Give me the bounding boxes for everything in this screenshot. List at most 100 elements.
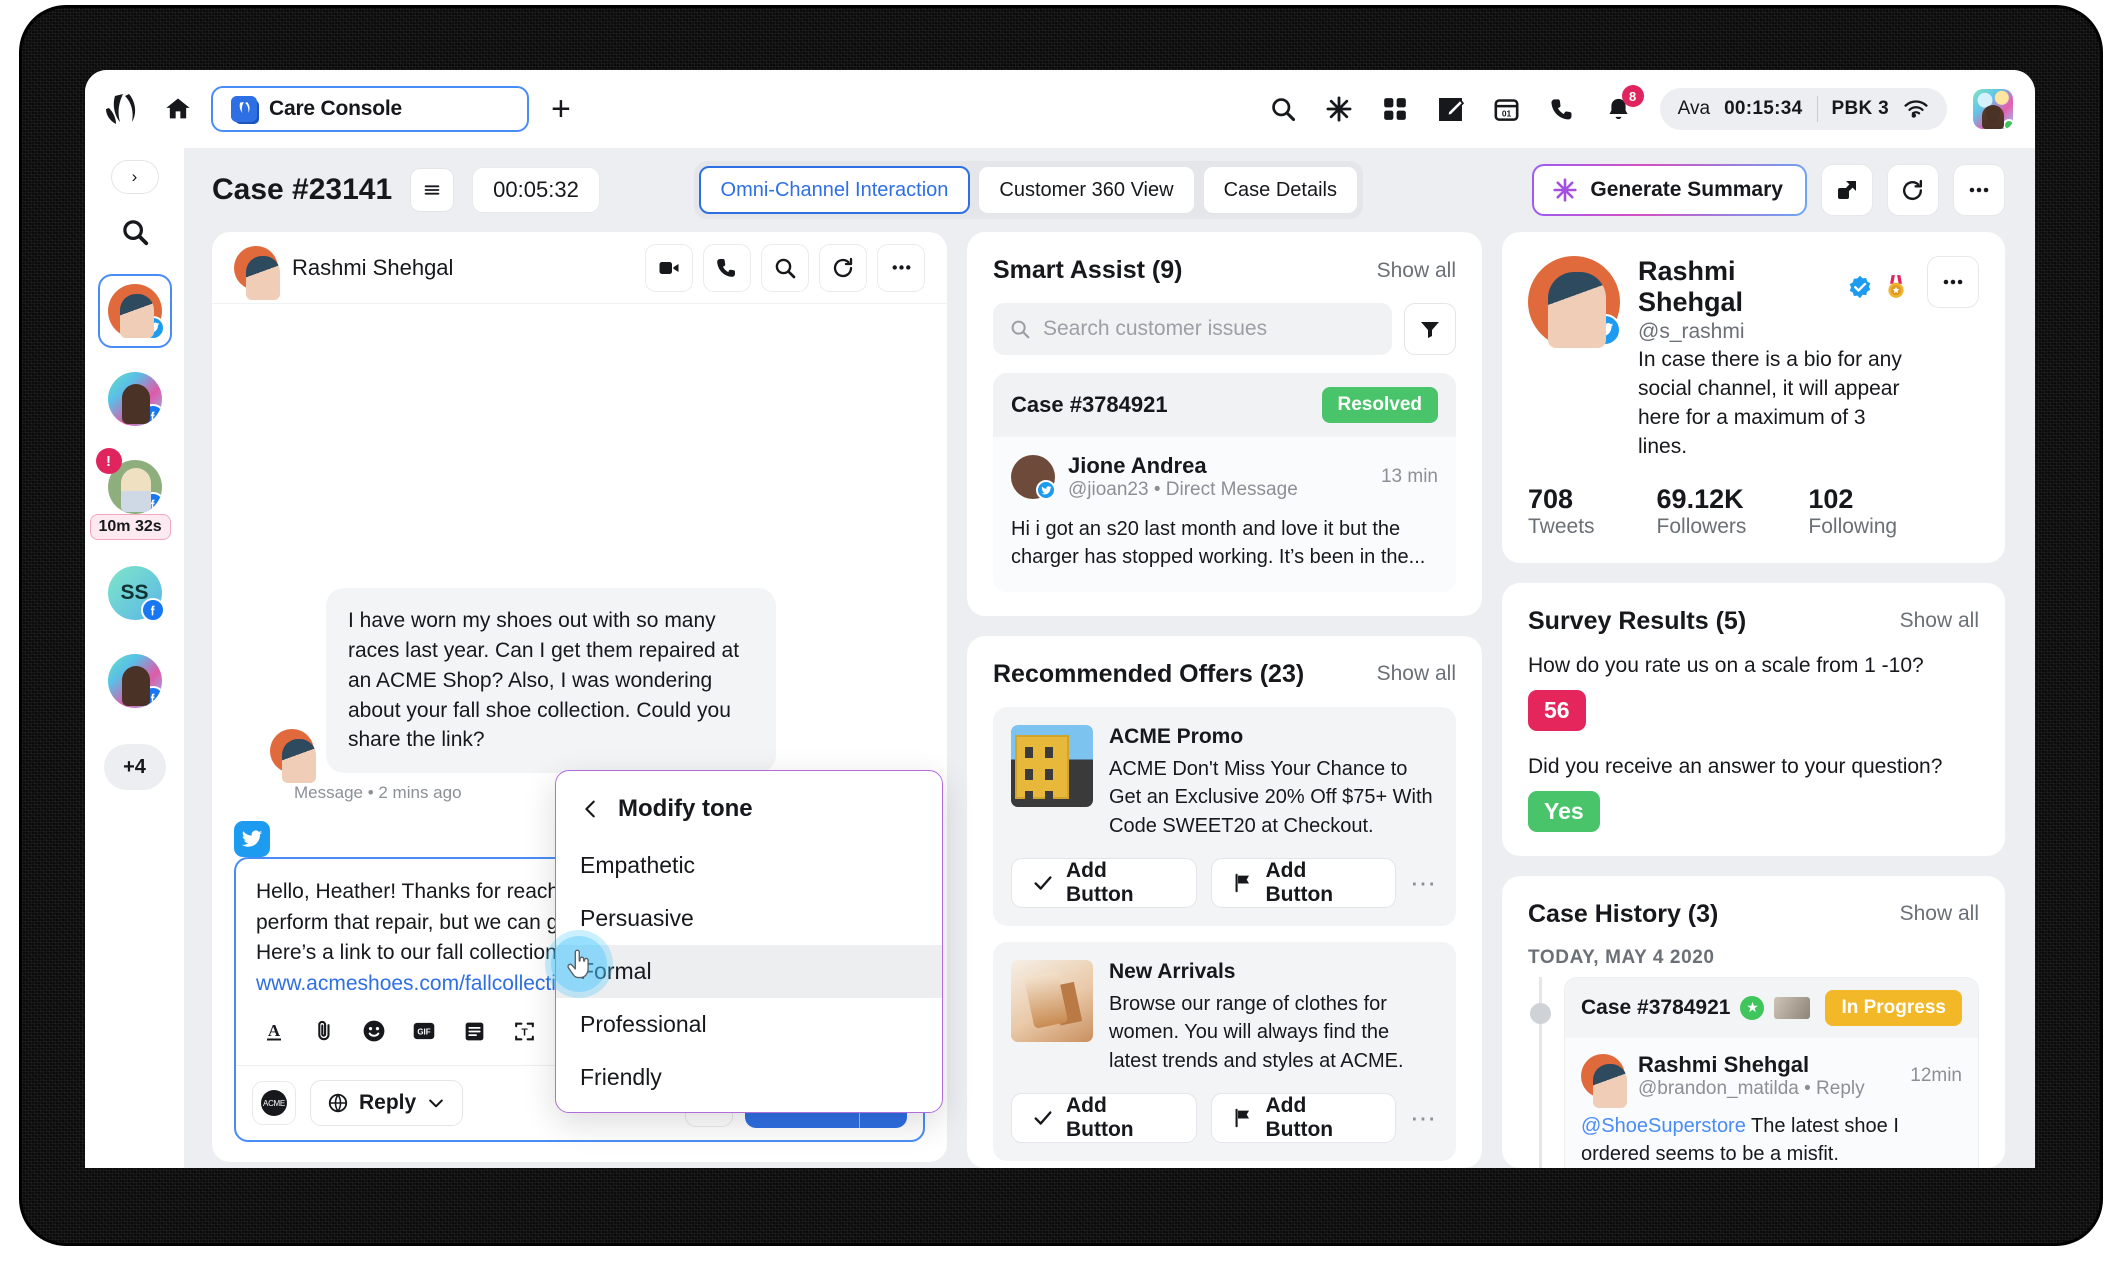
add-button-flag[interactable]: Add Button [1210,1093,1396,1144]
offer-thumbnail [1011,959,1093,1042]
tone-option-professional[interactable]: Professional [556,998,942,1051]
avatar[interactable] [1973,89,2013,129]
reply-type-button[interactable]: Reply [310,1080,464,1126]
more-icon[interactable] [1927,256,1979,308]
search-icon[interactable] [1268,94,1298,124]
app-topbar: Care Console + 01 8 Ava 00:15:34 PBK 3 [85,70,2035,148]
case-history-show-all[interactable]: Show all [1900,902,1979,926]
translate-icon[interactable]: T [504,1011,544,1051]
brand-label: ACME [261,1090,287,1116]
stat-label: Following [1808,514,1898,538]
offers-show-all[interactable]: Show all [1377,662,1456,686]
offer-actions: Add Button Add Button ⋯ [1011,857,1438,908]
new-tab-button[interactable]: + [551,92,571,126]
refresh-icon[interactable] [819,243,867,292]
app-screen: Care Console + 01 8 Ava 00:15:34 PBK 3 ›… [85,70,2035,1168]
composer-draft-link[interactable]: www.acmeshoes.com/fallcollection [256,972,579,995]
tone-option-persuasive[interactable]: Persuasive [556,892,942,945]
search-icon[interactable] [761,243,809,292]
compose-icon[interactable] [1436,94,1466,124]
stat-value: 102 [1808,483,1854,514]
template-icon[interactable] [454,1011,494,1051]
more-icon[interactable] [1952,164,2005,216]
profile-name-row: Rashmi Shehgal [1638,256,1909,318]
case-id: Case #3784921 [1011,392,1168,417]
refresh-icon[interactable] [1886,164,1939,216]
browser-tab[interactable]: Care Console [211,86,529,132]
more-icon[interactable]: ⋯ [1410,1105,1438,1131]
survey-show-all[interactable]: Show all [1900,609,1979,633]
chevron-left-icon[interactable] [580,798,602,820]
smart-assist-case-card[interactable]: Case #3784921 Resolved Jione Andrea @jio… [993,373,1456,592]
add-button-check[interactable]: Add Button [1011,1093,1197,1144]
home-icon[interactable] [161,92,195,126]
sparkle-icon[interactable] [1324,94,1354,124]
offer-card[interactable]: ACME Promo ACME Don't Miss Your Chance t… [993,706,1456,926]
history-mention[interactable]: @ShoeSuperstore [1581,1115,1746,1137]
brand-button[interactable]: ACME [252,1081,296,1125]
tab-omni-channel-interaction[interactable]: Omni-Channel Interaction [698,166,971,214]
more-icon[interactable] [877,243,925,292]
apps-grid-icon[interactable] [1380,94,1410,124]
pointer-cursor-icon [551,936,607,992]
case-history-date: TODAY, MAY 4 2020 [1528,946,1715,968]
gif-icon[interactable]: GIF [404,1011,444,1051]
tone-option-formal[interactable]: Formal [556,945,942,998]
more-icon[interactable]: ⋯ [1410,870,1438,896]
video-icon[interactable] [645,243,693,292]
calendar-icon[interactable]: 01 [1492,94,1522,124]
rail-expand-button[interactable]: › [110,160,159,194]
offer-name: ACME Promo [1109,724,1244,748]
sidebar-item-5[interactable] [98,644,172,718]
bell-icon[interactable]: 8 [1604,85,1644,124]
search-placeholder: Search customer issues [1043,317,1268,340]
emoji-icon[interactable] [354,1011,394,1051]
offer-top: ACME Promo ACME Don't Miss Your Chance t… [1011,724,1438,840]
popout-icon[interactable] [1820,164,1873,216]
sidebar-more-button[interactable]: +4 [103,744,166,790]
sidebar-item-3[interactable]: ! 10m 32s [89,448,172,540]
generate-summary-button[interactable]: Generate Summary [1532,164,1807,216]
stat-tweets: 708 Tweets [1528,484,1595,539]
conversation-actions [645,243,925,292]
brand-logo-icon[interactable] [103,92,145,126]
agent-status-pill[interactable]: Ava 00:15:34 PBK 3 [1659,88,1947,130]
modify-tone-header[interactable]: Modify tone [556,781,942,839]
modify-tone-title: Modify tone [618,795,753,822]
tab-title: Care Console [269,97,402,120]
sidebar-item-2[interactable] [98,362,172,436]
history-text: @ShoeSuperstore The latest shoe I ordere… [1581,1112,1962,1168]
attachment-icon[interactable] [304,1011,344,1051]
filter-icon[interactable] [1404,303,1456,355]
tone-option-empathetic[interactable]: Empathetic [556,839,942,892]
text-format-icon[interactable]: A [254,1011,294,1051]
tone-option-friendly[interactable]: Friendly [556,1051,942,1104]
case-history-item-body: Rashmi Shehgal @brandon_matilda • Reply … [1565,1038,1978,1168]
modify-tone-menu[interactable]: Modify tone Empathetic Persuasive Formal… [555,770,943,1113]
stat-value: 708 [1528,483,1574,514]
hamburger-icon[interactable] [410,168,455,212]
page-title: Case #23141 [212,173,393,206]
twitter-icon [140,316,165,340]
offer-card[interactable]: New Arrivals Browse our range of clothes… [993,941,1456,1162]
add-button-check[interactable]: Add Button [1011,857,1197,908]
tab-customer-360-view[interactable]: Customer 360 View [978,166,1195,214]
search-icon[interactable] [113,210,157,254]
search-icon [1009,318,1031,340]
sidebar-item-rashmi[interactable] [97,274,172,348]
smart-assist-title: Smart Assist (9) [993,256,1183,284]
smart-assist-show-all[interactable]: Show all [1377,259,1456,283]
search-input[interactable]: Search customer issues [993,303,1392,355]
customer-column: Rashmi Shehgal @s_rashmi In case there i… [1502,232,2005,1168]
add-button-flag[interactable]: Add Button [1210,857,1396,908]
case-history-item[interactable]: Case #3784921 ★ In Progress Rashmi Shehg… [1564,976,1979,1168]
phone-icon[interactable] [1548,94,1578,124]
svg-text:T: T [521,1027,528,1038]
phone-icon[interactable] [703,243,751,292]
avatar [1528,256,1621,348]
sidebar-item-ss[interactable]: SS [98,556,172,630]
app-body: › ! 10m 32s SS +4 Case #23141 00:05:32 O… [85,148,2035,1168]
tab-case-details[interactable]: Case Details [1202,166,1358,214]
offers-title: Recommended Offers (23) [993,659,1305,688]
add-button-label: Add Button [1066,1094,1134,1142]
